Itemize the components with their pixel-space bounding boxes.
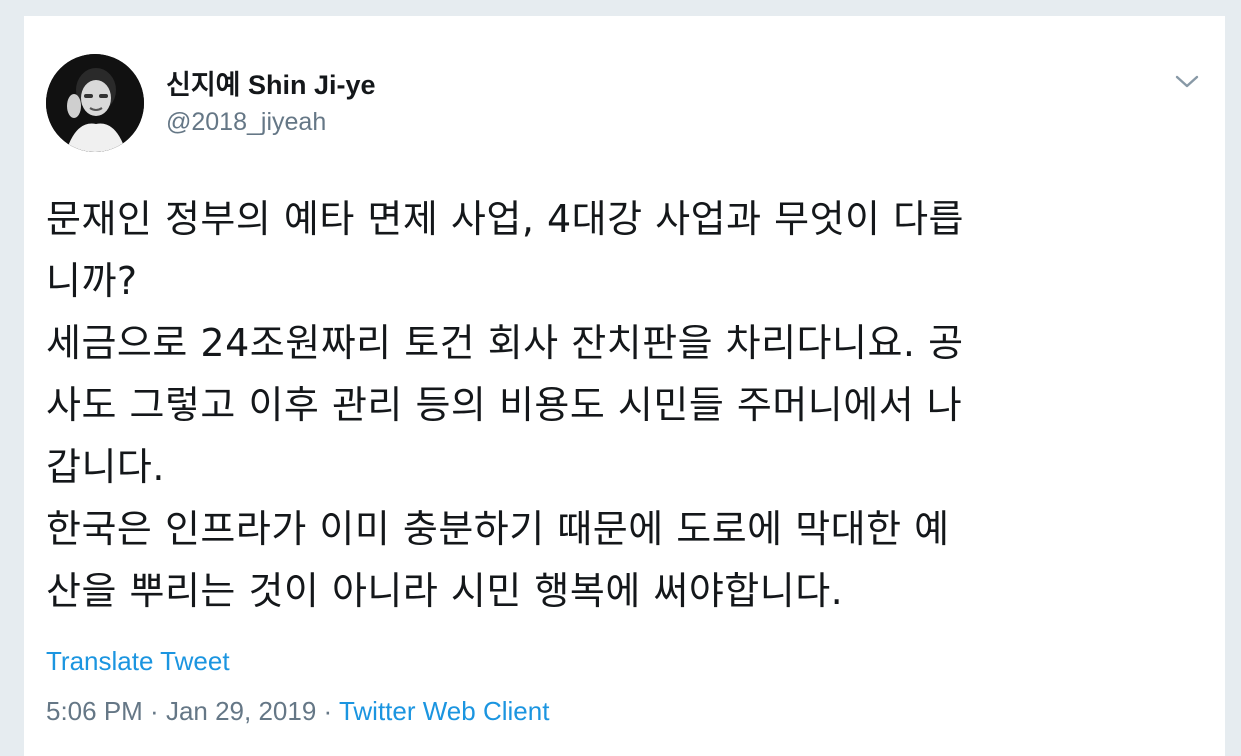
tweet-text-line: 니까? xyxy=(46,259,138,303)
author-display-name[interactable]: 신지예 Shin Ji-ye xyxy=(166,68,376,102)
tweet-time[interactable]: 5:06 PM xyxy=(46,696,143,726)
tweet-text-line: 한국은 인프라가 이미 충분하기 때문에 도로에 막대한 예 xyxy=(46,507,950,551)
profile-photo xyxy=(46,54,144,152)
chevron-down-icon[interactable] xyxy=(1171,66,1203,98)
tweet-date[interactable]: Jan 29, 2019 xyxy=(166,696,316,726)
tweet-text-line: 사도 그렇고 이후 관리 등의 비용도 시민들 주머니에서 나 xyxy=(46,383,963,427)
tweet-text-line: 세금으로 24조원짜리 토건 회사 잔치판을 차리다니요. 공 xyxy=(46,321,964,365)
tweet-text-line: 문재인 정부의 예타 면제 사업, 4대강 사업과 무엇이 다릅 xyxy=(46,197,965,241)
tweet-text-line: 산을 뿌리는 것이 아니라 시민 행복에 써야합니다. xyxy=(46,569,844,613)
meta-separator: · xyxy=(316,696,339,726)
tweet-text-line: 갑니다. xyxy=(46,445,165,489)
tweet-client-link[interactable]: Twitter Web Client xyxy=(339,696,549,726)
author-block: 신지예 Shin Ji-ye @2018_jiyeah xyxy=(166,68,376,138)
meta-separator: · xyxy=(142,696,166,726)
author-avatar[interactable] xyxy=(46,54,144,152)
author-handle[interactable]: @2018_jiyeah xyxy=(166,106,376,138)
tweet-metadata: 5:06 PM · Jan 29, 2019 · Twitter Web Cli… xyxy=(46,696,549,727)
tweet-text: 문재인 정부의 예타 면제 사업, 4대강 사업과 무엇이 다릅 니까? 세금으… xyxy=(46,188,1206,622)
translate-tweet-link[interactable]: Translate Tweet xyxy=(46,646,230,677)
tweet-card: 신지예 Shin Ji-ye @2018_jiyeah 문재인 정부의 예타 면… xyxy=(24,16,1225,756)
